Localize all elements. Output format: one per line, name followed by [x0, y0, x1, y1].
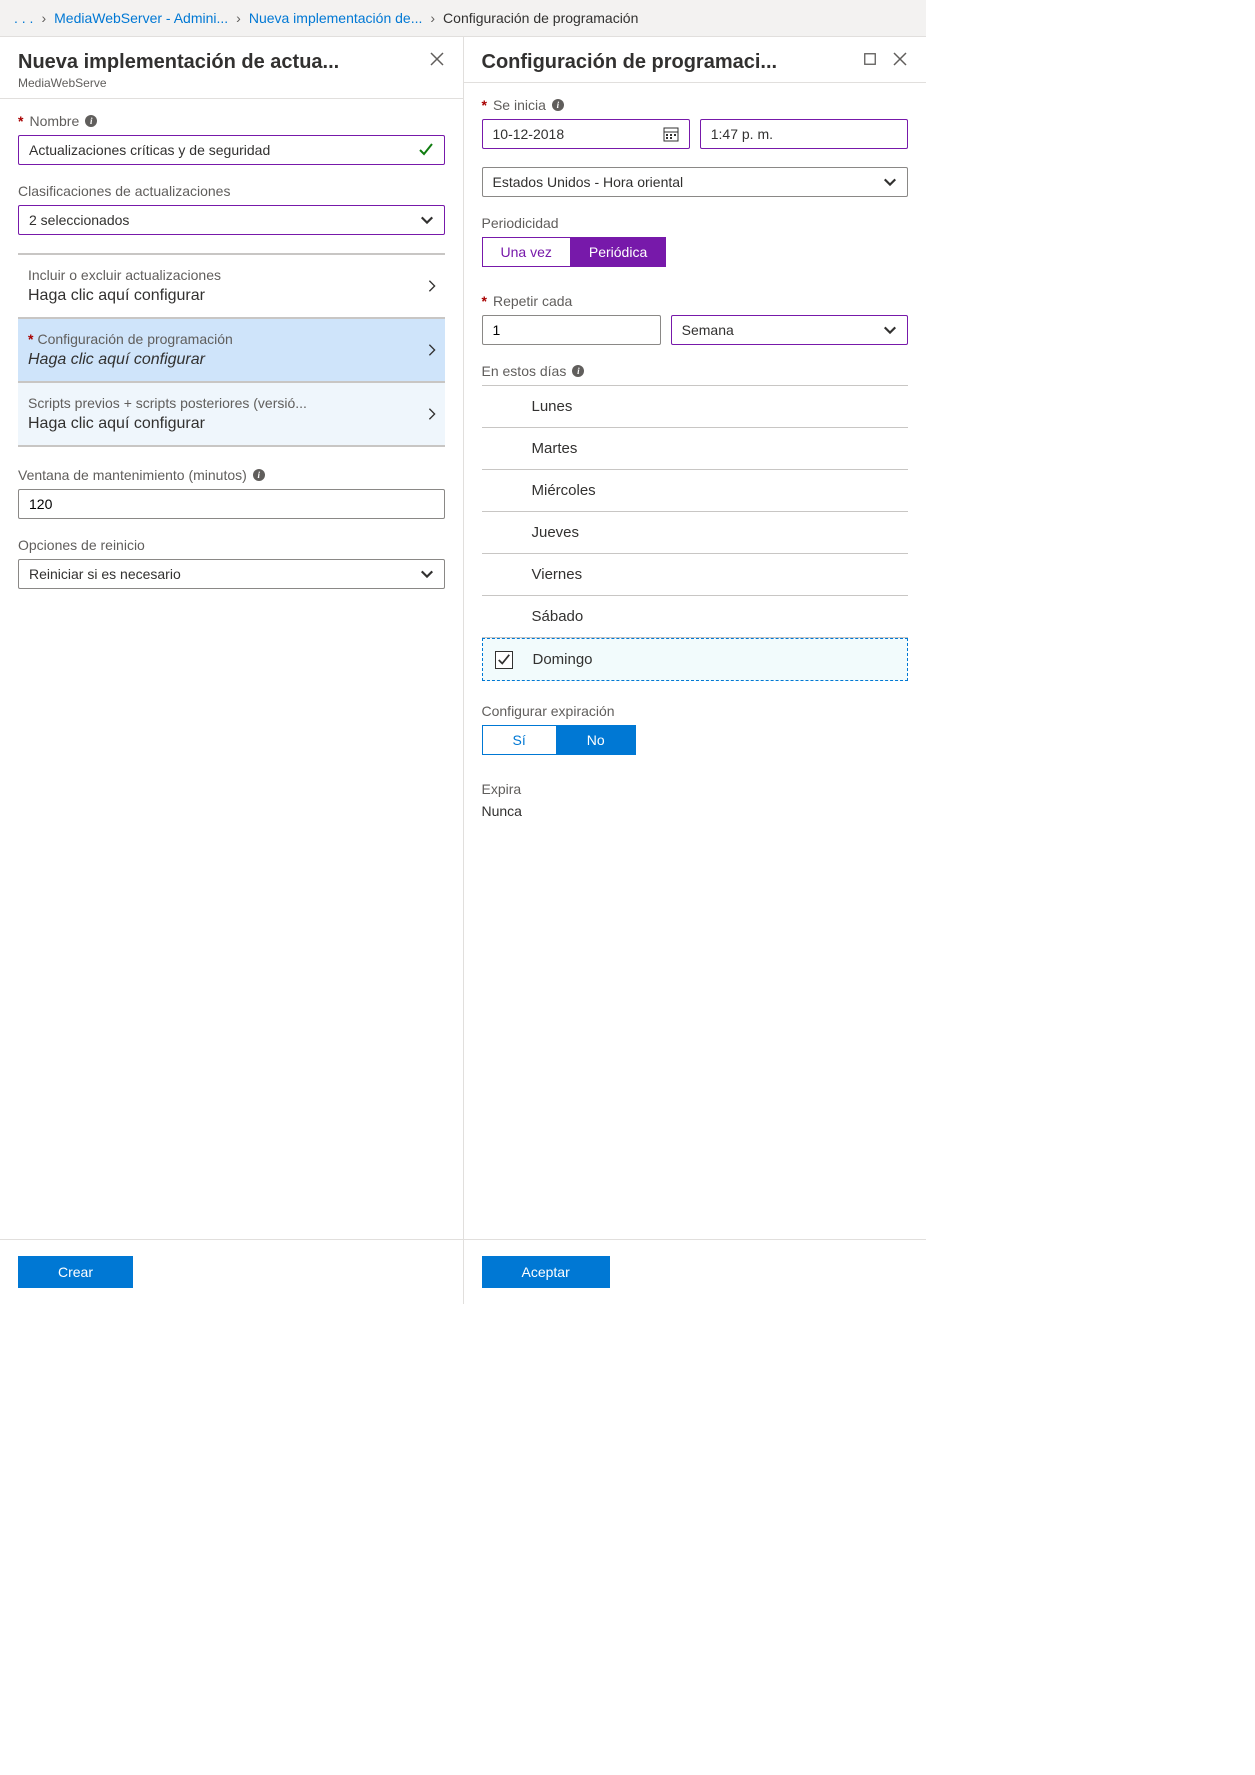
- name-value: Actualizaciones críticas y de seguridad: [29, 142, 270, 158]
- start-label: Se inicia: [493, 97, 546, 113]
- left-subtitle: MediaWebServe: [18, 76, 339, 90]
- repeat-label: Repetir cada: [493, 293, 572, 309]
- days-label: En estos días: [482, 363, 567, 379]
- start-date-input[interactable]: 10-12-2018: [482, 119, 690, 149]
- accept-button[interactable]: Aceptar: [482, 1256, 610, 1288]
- repeat-unit-select[interactable]: Semana: [671, 315, 908, 345]
- timezone-select[interactable]: Estados Unidos - Hora oriental: [482, 167, 909, 197]
- schedule-sub: Haga clic aquí configurar: [28, 351, 425, 369]
- once-button[interactable]: Una vez: [482, 237, 571, 267]
- close-icon[interactable]: [429, 51, 445, 67]
- required-marker: *: [482, 97, 487, 113]
- repeat-value-input[interactable]: [482, 315, 661, 345]
- expire-label: Configurar expiración: [482, 703, 615, 719]
- chevron-right-icon: ›: [430, 10, 435, 26]
- right-title: Configuración de programaci...: [482, 51, 778, 74]
- recurring-button[interactable]: Periódica: [571, 237, 666, 267]
- config-list: Incluir o excluir actualizaciones Haga c…: [18, 253, 445, 447]
- schedule-title: *Configuración de programación: [28, 331, 425, 347]
- day-thursday[interactable]: Jueves: [482, 512, 909, 554]
- calendar-icon: [663, 126, 679, 142]
- classifications-value: 2 seleccionados: [29, 212, 129, 228]
- required-marker: *: [482, 293, 487, 309]
- chevron-right-icon: [425, 407, 439, 421]
- scripts-item[interactable]: Scripts previos + scripts posteriores (v…: [18, 383, 445, 447]
- right-panel: Configuración de programaci... * Se inic…: [464, 37, 927, 1304]
- breadcrumb-link-1[interactable]: MediaWebServer - Admini...: [54, 10, 228, 26]
- include-title: Incluir o excluir actualizaciones: [28, 267, 425, 283]
- day-sunday-label: Domingo: [533, 651, 593, 668]
- yes-button[interactable]: Sí: [482, 725, 557, 755]
- start-time-input[interactable]: 1:47 p. m.: [700, 119, 908, 149]
- chevron-right-icon: ›: [41, 10, 46, 26]
- include-sub: Haga clic aquí configurar: [28, 287, 425, 305]
- right-header: Configuración de programaci...: [464, 37, 927, 83]
- start-date-value: 10-12-2018: [493, 126, 565, 142]
- scripts-sub: Haga clic aquí configurar: [28, 415, 425, 433]
- left-panel: Nueva implementación de actua... MediaWe…: [0, 37, 464, 1304]
- reboot-label: Opciones de reinicio: [18, 537, 145, 553]
- repeat-unit-value: Semana: [682, 322, 734, 338]
- name-label: Nombre: [29, 113, 79, 129]
- no-button[interactable]: No: [557, 725, 636, 755]
- chevron-down-icon: [420, 213, 434, 227]
- scripts-title: Scripts previos + scripts posteriores (v…: [28, 395, 425, 411]
- start-time-value: 1:47 p. m.: [711, 126, 773, 142]
- reboot-select[interactable]: Reiniciar si es necesario: [18, 559, 445, 589]
- chevron-down-icon: [883, 323, 897, 337]
- create-button[interactable]: Crear: [18, 1256, 133, 1288]
- reboot-value: Reiniciar si es necesario: [29, 566, 181, 582]
- expires-label: Expira: [482, 781, 522, 797]
- breadcrumb: . . . › MediaWebServer - Admini... › Nue…: [0, 0, 926, 37]
- day-tuesday[interactable]: Martes: [482, 428, 909, 470]
- classifications-select[interactable]: 2 seleccionados: [18, 205, 445, 235]
- include-exclude-item[interactable]: Incluir o excluir actualizaciones Haga c…: [18, 255, 445, 319]
- chevron-down-icon: [420, 567, 434, 581]
- day-wednesday[interactable]: Miércoles: [482, 470, 909, 512]
- expiration-toggle: Sí No: [482, 725, 909, 755]
- chevron-right-icon: [425, 279, 439, 293]
- expires-value: Nunca: [482, 803, 909, 819]
- close-icon[interactable]: [892, 51, 908, 67]
- info-icon[interactable]: i: [85, 115, 97, 127]
- periodicity-toggle: Una vez Periódica: [482, 237, 909, 267]
- schedule-config-item[interactable]: *Configuración de programación Haga clic…: [18, 319, 445, 383]
- breadcrumb-current: Configuración de programación: [443, 10, 638, 26]
- left-header: Nueva implementación de actua... MediaWe…: [0, 37, 463, 99]
- name-input[interactable]: Actualizaciones críticas y de seguridad: [18, 135, 445, 165]
- left-title: Nueva implementación de actua...: [18, 51, 339, 74]
- chevron-down-icon: [883, 175, 897, 189]
- day-monday[interactable]: Lunes: [482, 386, 909, 428]
- maintenance-input[interactable]: [18, 489, 445, 519]
- classifications-label: Clasificaciones de actualizaciones: [18, 183, 230, 199]
- breadcrumb-link-2[interactable]: Nueva implementación de...: [249, 10, 423, 26]
- info-icon[interactable]: i: [572, 365, 584, 377]
- periodicity-label: Periodicidad: [482, 215, 559, 231]
- breadcrumb-ellipsis[interactable]: . . .: [14, 10, 33, 26]
- timezone-value: Estados Unidos - Hora oriental: [493, 174, 684, 190]
- day-friday[interactable]: Viernes: [482, 554, 909, 596]
- chevron-right-icon: ›: [236, 10, 241, 26]
- info-icon[interactable]: i: [253, 469, 265, 481]
- day-saturday[interactable]: Sábado: [482, 596, 909, 638]
- chevron-right-icon: [425, 343, 439, 357]
- day-sunday[interactable]: Domingo: [482, 638, 909, 681]
- maximize-icon[interactable]: [862, 51, 878, 67]
- info-icon[interactable]: i: [552, 99, 564, 111]
- checkbox-checked-icon[interactable]: [495, 651, 513, 669]
- maintenance-label: Ventana de mantenimiento (minutos): [18, 467, 247, 483]
- required-marker: *: [18, 113, 23, 129]
- check-icon: [418, 142, 434, 158]
- days-list: Lunes Martes Miércoles Jueves Viernes Sá…: [482, 385, 909, 681]
